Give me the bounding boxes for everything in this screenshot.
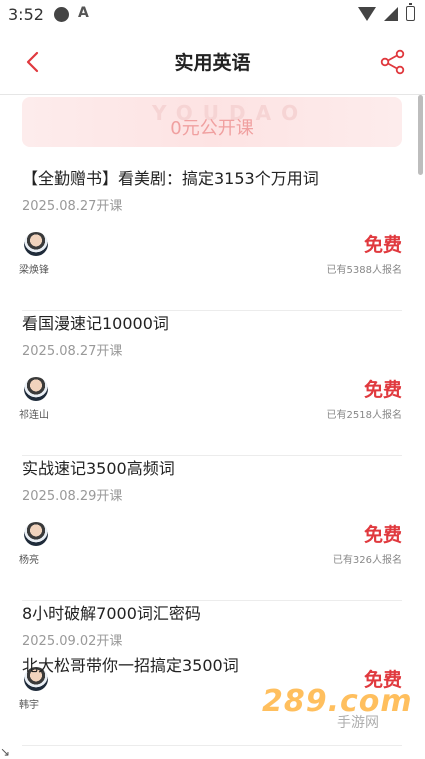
site-watermark: 289.com 手游网 xyxy=(262,684,412,742)
course-title: 8小时破解7000词汇密码 xyxy=(22,604,201,623)
course-title: 实战速记3500高频词 xyxy=(22,459,175,478)
course-item[interactable]: 【全勤赠书】看美剧：搞定3153个万用词 2025.08.27开课 梁焕锋 免费… xyxy=(19,165,402,311)
free-course-banner[interactable]: YOUDAO 0元公开课 xyxy=(22,97,402,147)
teacher-name: 杨亮 xyxy=(19,555,39,566)
teacher-avatar xyxy=(24,522,48,546)
course-price: 免费 xyxy=(363,524,402,546)
watermark-subtitle: 手游网 xyxy=(337,715,379,731)
course-date: 2025.08.27开课 xyxy=(22,344,123,359)
course-price: 免费 xyxy=(363,234,402,256)
share-icon xyxy=(380,49,405,75)
battery-icon xyxy=(406,3,415,21)
teacher-name: 祁连山 xyxy=(19,410,49,421)
teacher-avatar xyxy=(24,377,48,401)
notification-dot-icon xyxy=(54,7,69,22)
wifi-icon xyxy=(358,6,376,21)
course-item[interactable]: 实战速记3500高频词 2025.08.29开课 杨亮 免费 已有326人报名 xyxy=(19,455,402,601)
page-title: 实用英语 xyxy=(174,52,251,74)
nav-bar: 实用英语 xyxy=(0,30,425,95)
course-title-partial[interactable]: 北大松哥带你一招搞定3500词 xyxy=(22,652,239,676)
course-date: 2025.08.29开课 xyxy=(22,489,123,504)
banner-title: 0元公开课 xyxy=(170,118,254,139)
app-notification-icon: A xyxy=(78,5,89,21)
signal-icon xyxy=(384,6,398,21)
teacher-name: 韩宇 xyxy=(19,700,39,711)
signup-count: 已有5388人报名 xyxy=(326,265,402,276)
course-date: 2025.09.02开课 xyxy=(22,634,123,649)
scrollbar[interactable] xyxy=(418,95,423,175)
course-item[interactable]: 看国漫速记10000词 2025.08.27开课 祁连山 免费 已有2518人报… xyxy=(19,310,402,456)
status-bar: 3:52 A xyxy=(0,0,425,30)
teacher-avatar xyxy=(24,232,48,256)
share-button[interactable] xyxy=(379,48,407,76)
course-price: 免费 xyxy=(363,379,402,401)
course-date: 2025.08.27开课 xyxy=(22,199,123,214)
status-icons xyxy=(358,3,415,21)
course-title: 看国漫速记10000词 xyxy=(22,314,169,333)
signup-count: 已有2518人报名 xyxy=(326,410,402,421)
status-time: 3:52 xyxy=(8,5,44,24)
signup-count: 已有326人报名 xyxy=(332,555,402,566)
teacher-name: 梁焕锋 xyxy=(19,265,49,276)
course-title: 【全勤赠书】看美剧：搞定3153个万用词 xyxy=(22,169,319,188)
